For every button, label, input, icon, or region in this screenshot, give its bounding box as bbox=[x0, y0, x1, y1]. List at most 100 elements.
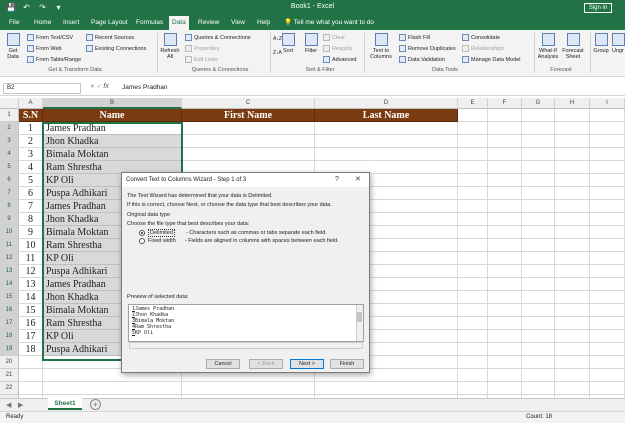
empty-cell[interactable] bbox=[590, 213, 625, 226]
empty-cell[interactable] bbox=[590, 330, 625, 343]
previous-sheet-icon[interactable]: ◀ bbox=[6, 401, 11, 409]
name-box[interactable]: B2 bbox=[3, 83, 81, 94]
next-button[interactable]: Next > bbox=[290, 359, 324, 369]
preview-vertical-scrollbar[interactable] bbox=[356, 305, 363, 341]
serial-number-cell[interactable]: 6 bbox=[19, 187, 43, 200]
empty-cell[interactable] bbox=[43, 382, 182, 395]
sheet-tab-sheet1[interactable]: Sheet1 bbox=[48, 398, 82, 410]
empty-cell[interactable] bbox=[590, 265, 625, 278]
empty-cell[interactable] bbox=[555, 330, 590, 343]
empty-cell[interactable] bbox=[590, 200, 625, 213]
empty-cell[interactable] bbox=[555, 187, 590, 200]
empty-cell[interactable] bbox=[19, 382, 43, 395]
serial-number-cell[interactable]: 5 bbox=[19, 174, 43, 187]
empty-cell[interactable] bbox=[522, 330, 555, 343]
serial-number-cell[interactable]: 8 bbox=[19, 213, 43, 226]
empty-cell[interactable] bbox=[488, 148, 522, 161]
empty-cell[interactable] bbox=[555, 161, 590, 174]
empty-cell[interactable] bbox=[458, 356, 488, 369]
empty-cell[interactable] bbox=[488, 369, 522, 382]
column-header-d[interactable]: D bbox=[315, 98, 458, 109]
serial-number-cell[interactable]: 13 bbox=[19, 278, 43, 291]
empty-cell[interactable] bbox=[488, 239, 522, 252]
empty-cell[interactable] bbox=[555, 356, 590, 369]
empty-cell[interactable] bbox=[555, 109, 590, 122]
empty-cell[interactable] bbox=[590, 382, 625, 395]
empty-cell[interactable] bbox=[182, 135, 315, 148]
empty-cell[interactable] bbox=[488, 122, 522, 135]
empty-cell[interactable] bbox=[522, 213, 555, 226]
delimited-radio[interactable] bbox=[139, 230, 145, 236]
empty-cell[interactable] bbox=[555, 265, 590, 278]
empty-cell[interactable] bbox=[458, 161, 488, 174]
row-header[interactable]: 18 bbox=[0, 330, 19, 343]
row-header[interactable]: 21 bbox=[0, 369, 19, 382]
consolidate-button[interactable]: Consolidate bbox=[462, 34, 500, 41]
empty-cell[interactable] bbox=[522, 369, 555, 382]
filter-button[interactable]: Filter bbox=[303, 33, 319, 54]
from-table-range-button[interactable]: From Table/Range bbox=[27, 56, 81, 63]
empty-cell[interactable] bbox=[458, 200, 488, 213]
name-cell[interactable]: James Pradhan bbox=[43, 122, 182, 135]
serial-number-cell[interactable]: 2 bbox=[19, 135, 43, 148]
row-header[interactable]: 17 bbox=[0, 317, 19, 330]
table-header-cell[interactable]: First Name bbox=[182, 109, 315, 122]
empty-cell[interactable] bbox=[458, 135, 488, 148]
row-header[interactable]: 4 bbox=[0, 148, 19, 161]
empty-cell[interactable] bbox=[522, 291, 555, 304]
empty-cell[interactable] bbox=[458, 278, 488, 291]
existing-connections-button[interactable]: Existing Connections bbox=[86, 45, 146, 52]
select-all-corner[interactable] bbox=[0, 98, 19, 109]
empty-cell[interactable] bbox=[555, 278, 590, 291]
row-header[interactable]: 11 bbox=[0, 239, 19, 252]
empty-cell[interactable] bbox=[555, 200, 590, 213]
empty-cell[interactable] bbox=[555, 382, 590, 395]
table-header-cell[interactable]: Last Name bbox=[315, 109, 458, 122]
empty-cell[interactable] bbox=[555, 317, 590, 330]
empty-cell[interactable] bbox=[522, 109, 555, 122]
empty-cell[interactable] bbox=[590, 109, 625, 122]
empty-cell[interactable] bbox=[458, 109, 488, 122]
get-data-button[interactable]: Get Data bbox=[4, 33, 22, 60]
serial-number-cell[interactable]: 4 bbox=[19, 161, 43, 174]
row-header[interactable]: 9 bbox=[0, 213, 19, 226]
tab-data[interactable]: Data bbox=[169, 16, 189, 30]
tab-file[interactable]: File bbox=[6, 16, 22, 30]
column-header-e[interactable]: E bbox=[458, 98, 488, 109]
column-header-g[interactable]: G bbox=[522, 98, 555, 109]
column-header-i[interactable]: I bbox=[590, 98, 625, 109]
flash-fill-button[interactable]: Flash Fill bbox=[399, 34, 430, 41]
serial-number-cell[interactable]: 1 bbox=[19, 122, 43, 135]
serial-number-cell[interactable]: 15 bbox=[19, 304, 43, 317]
empty-cell[interactable] bbox=[488, 109, 522, 122]
relationships-button[interactable]: Relationships bbox=[462, 45, 504, 52]
empty-cell[interactable] bbox=[522, 304, 555, 317]
serial-number-cell[interactable]: 10 bbox=[19, 239, 43, 252]
empty-cell[interactable] bbox=[522, 122, 555, 135]
formula-input[interactable]: James Pradhan bbox=[122, 83, 168, 92]
row-header[interactable]: 16 bbox=[0, 304, 19, 317]
clear-button[interactable]: Clear bbox=[323, 34, 345, 41]
table-header-cell[interactable]: Name bbox=[43, 109, 182, 122]
empty-cell[interactable] bbox=[458, 265, 488, 278]
preview-scroll-thumb[interactable] bbox=[357, 312, 362, 322]
empty-cell[interactable] bbox=[590, 226, 625, 239]
empty-cell[interactable] bbox=[488, 213, 522, 226]
row-header[interactable]: 7 bbox=[0, 187, 19, 200]
data-validation-button[interactable]: Data Validation bbox=[399, 56, 445, 63]
empty-cell[interactable] bbox=[488, 356, 522, 369]
empty-cell[interactable] bbox=[555, 226, 590, 239]
row-header[interactable]: 6 bbox=[0, 174, 19, 187]
empty-cell[interactable] bbox=[458, 226, 488, 239]
data-preview-box[interactable]: 1James Pradhan 2Jhon Khadka 3Bimala Mokt… bbox=[128, 304, 364, 349]
empty-cell[interactable] bbox=[590, 187, 625, 200]
empty-cell[interactable] bbox=[182, 148, 315, 161]
empty-cell[interactable] bbox=[522, 317, 555, 330]
empty-cell[interactable] bbox=[488, 161, 522, 174]
row-header[interactable]: 15 bbox=[0, 291, 19, 304]
row-header[interactable]: 8 bbox=[0, 200, 19, 213]
queries-connections-button[interactable]: Queries & Connections bbox=[185, 34, 251, 41]
column-header-f[interactable]: F bbox=[488, 98, 522, 109]
serial-number-cell[interactable]: 9 bbox=[19, 226, 43, 239]
serial-number-cell[interactable]: 3 bbox=[19, 148, 43, 161]
